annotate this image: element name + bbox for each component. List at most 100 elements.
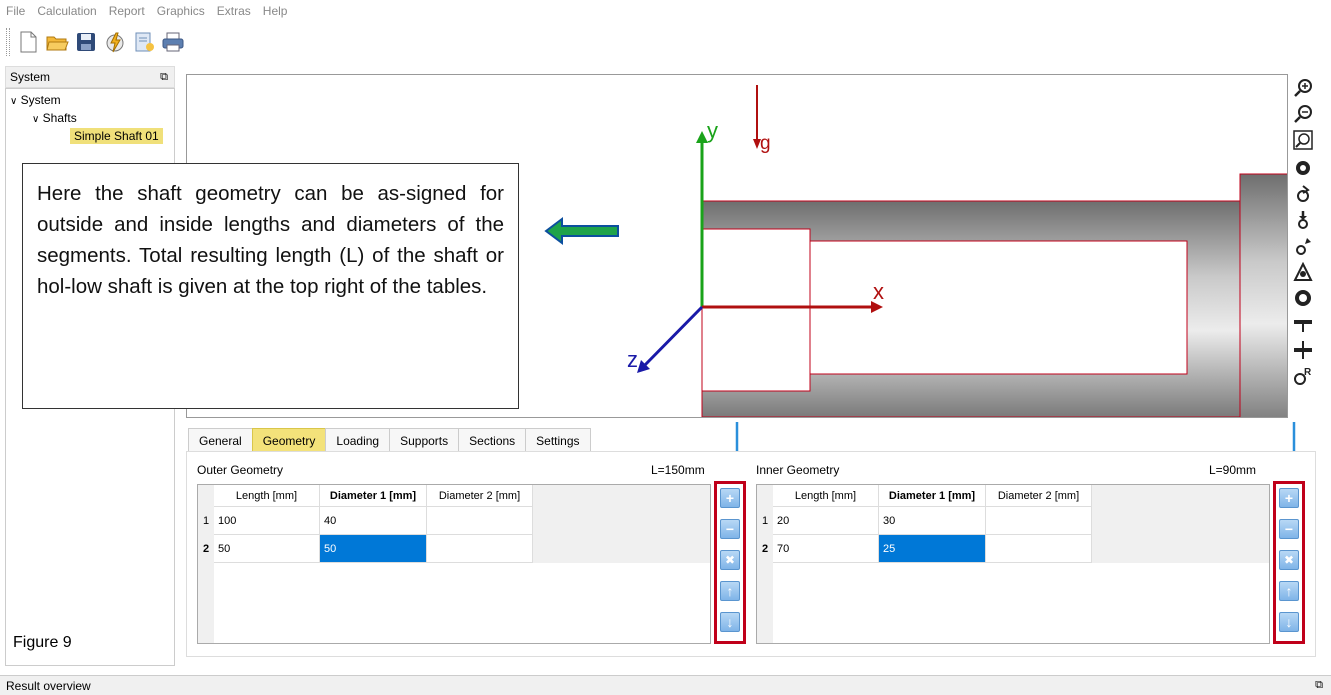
section-top-icon[interactable] (1292, 314, 1314, 334)
callout-text: Here the shaft geometry can be as-signed… (37, 182, 504, 298)
tab-loading[interactable]: Loading (325, 428, 391, 452)
zoom-fit-icon[interactable] (1292, 130, 1314, 150)
result-overview-label: Result overview (6, 678, 91, 693)
menu-file[interactable]: File (6, 4, 25, 18)
table-empty-area (773, 563, 1269, 643)
column-header-diameter-1[interactable]: Diameter 1 [mm] (320, 485, 427, 507)
move-down-icon[interactable]: ↓ (1279, 612, 1299, 632)
column-header-length[interactable]: Length [mm] (214, 485, 320, 507)
float-panel-icon[interactable]: ⧉ (160, 71, 168, 84)
column-header-length[interactable]: Length [mm] (773, 485, 879, 507)
row-number: 2 (202, 543, 210, 555)
column-header-diameter-2[interactable]: Diameter 2 [mm] (427, 485, 533, 507)
add-row-icon[interactable]: + (720, 488, 740, 508)
menu-graphics[interactable]: Graphics (157, 4, 205, 18)
calculate-icon[interactable] (103, 30, 127, 54)
tree-item-simple-shaft[interactable]: Simple Shaft 01 (70, 128, 163, 144)
column-header-diameter-1[interactable]: Diameter 1 [mm] (879, 485, 986, 507)
cell-length[interactable]: 70 (773, 535, 879, 563)
remove-row-icon[interactable]: − (720, 519, 740, 539)
cell-diameter-1[interactable]: 40 (320, 507, 427, 535)
cell-diameter-1-selected[interactable]: 50 (320, 535, 427, 563)
cell-length[interactable]: 20 (773, 507, 879, 535)
inner-row-buttons: + − ✖ ↑ ↓ (1273, 481, 1305, 644)
float-panel-icon[interactable]: ⧉ (1315, 679, 1323, 692)
menu-report[interactable]: Report (109, 4, 145, 18)
tab-sections[interactable]: Sections (458, 428, 527, 452)
cell-diameter-2[interactable] (986, 535, 1092, 563)
gravity-label: g (760, 133, 771, 154)
tree-item-shafts[interactable]: ∨ Shafts (32, 111, 77, 125)
axis-label-y: y (707, 118, 718, 143)
cell-diameter-2[interactable] (427, 535, 533, 563)
tree-label-simple-shaft: Simple Shaft 01 (74, 129, 159, 143)
load-side-icon[interactable] (1292, 236, 1314, 256)
system-panel-header: System ⧉ (5, 66, 175, 88)
toolbar-grip[interactable] (6, 28, 10, 56)
outer-geometry-total: L=150mm (651, 463, 705, 477)
annotation-callout: Here the shaft geometry can be as-signed… (22, 163, 519, 409)
toolbar (0, 22, 1331, 62)
status-bar: Result overview ⧉ (0, 675, 1331, 695)
result-icon[interactable]: R (1292, 366, 1314, 386)
system-panel-title: System (10, 70, 51, 84)
delete-icon[interactable]: ✖ (1279, 550, 1299, 570)
cell-length[interactable]: 50 (214, 535, 320, 563)
figure-label: Figure 9 (13, 634, 72, 651)
cell-diameter-2[interactable] (986, 507, 1092, 535)
open-folder-icon[interactable] (45, 30, 69, 54)
report-icon[interactable] (132, 30, 156, 54)
add-row-icon[interactable]: + (1279, 488, 1299, 508)
chevron-down-icon[interactable]: ∨ (10, 96, 17, 107)
chevron-down-icon[interactable]: ∨ (32, 114, 39, 125)
axis-label-z: z (627, 347, 638, 372)
remove-row-icon[interactable]: − (1279, 519, 1299, 539)
menu-help[interactable]: Help (263, 4, 288, 18)
zoom-in-icon[interactable] (1292, 78, 1314, 98)
print-icon[interactable] (161, 30, 185, 54)
tab-bar: General Geometry Loading Supports Sectio… (188, 428, 591, 452)
section-middle-icon[interactable] (1292, 340, 1314, 360)
new-file-icon[interactable] (16, 30, 40, 54)
inner-geometry-table[interactable]: Length [mm] Diameter 1 [mm] Diameter 2 [… (756, 484, 1270, 644)
tab-settings[interactable]: Settings (525, 428, 591, 452)
settings-gear-icon[interactable] (1292, 158, 1314, 178)
axis-label-x: x (873, 279, 884, 304)
tab-general[interactable]: General (188, 428, 253, 452)
bearing-ring-icon[interactable] (1292, 288, 1314, 308)
view-toolbar: R (1288, 74, 1318, 414)
load-down-icon[interactable] (1292, 210, 1314, 230)
tab-supports[interactable]: Supports (389, 428, 460, 452)
cell-diameter-1[interactable]: 30 (879, 507, 986, 535)
row-number: 1 (761, 515, 769, 527)
move-down-icon[interactable]: ↓ (720, 612, 740, 632)
column-header-diameter-2[interactable]: Diameter 2 [mm] (986, 485, 1092, 507)
row-number: 2 (761, 543, 769, 555)
outer-row-buttons: + − ✖ ↑ ↓ (714, 481, 746, 644)
menu-bar: File Calculation Report Graphics Extras … (0, 0, 1331, 22)
cell-diameter-1-selected[interactable]: 25 (879, 535, 986, 563)
menu-extras[interactable]: Extras (217, 4, 251, 18)
delete-icon[interactable]: ✖ (720, 550, 740, 570)
outer-geometry-table[interactable]: Length [mm] Diameter 1 [mm] Diameter 2 [… (197, 484, 711, 644)
tree-label-shafts: Shafts (42, 111, 77, 125)
rotate-icon[interactable] (1292, 184, 1314, 204)
move-up-icon[interactable]: ↑ (1279, 581, 1299, 601)
menu-calculation[interactable]: Calculation (37, 4, 96, 18)
annotation-arrow-left (544, 217, 619, 245)
move-up-icon[interactable]: ↑ (720, 581, 740, 601)
svg-text:R: R (1304, 367, 1312, 378)
tree-item-system[interactable]: ∨ System (10, 93, 61, 107)
zoom-out-icon[interactable] (1292, 104, 1314, 124)
cell-diameter-2[interactable] (427, 507, 533, 535)
row-number: 1 (202, 515, 210, 527)
tree-label-system: System (20, 93, 61, 107)
z-axis (641, 305, 704, 369)
save-icon[interactable] (74, 30, 98, 54)
tab-geometry[interactable]: Geometry (251, 428, 327, 452)
table-empty-area (214, 563, 710, 643)
bearing-support-icon[interactable] (1292, 261, 1314, 282)
inner-geometry-title: Inner Geometry (756, 463, 840, 477)
cell-length[interactable]: 100 (214, 507, 320, 535)
inner-geometry-total: L=90mm (1209, 463, 1257, 477)
